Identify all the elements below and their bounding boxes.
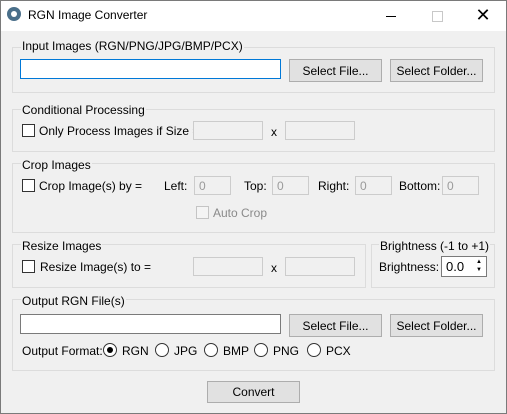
format-radio-rgn[interactable] <box>103 343 117 357</box>
format-radio-pcx[interactable] <box>307 343 321 357</box>
resize-x-label: x <box>271 261 277 275</box>
format-radio-bmp[interactable] <box>204 343 218 357</box>
conditional-width-field[interactable] <box>193 121 263 140</box>
resize-height-field[interactable] <box>285 257 355 276</box>
input-select-file-button[interactable]: Select File... <box>289 59 382 82</box>
crop-images-legend: Crop Images <box>21 158 92 172</box>
crop-top-label: Top: <box>244 179 267 193</box>
conditional-height-field[interactable] <box>285 121 355 140</box>
main-window: RGN Image Converter ✕ Input Images (RGN/… <box>0 0 507 414</box>
format-label-pcx: PCX <box>326 344 351 358</box>
brightness-legend: Brightness (-1 to +1) <box>379 239 491 253</box>
minimize-icon <box>386 15 396 17</box>
output-path-field[interactable] <box>20 314 281 334</box>
format-label-rgn: RGN <box>122 344 149 358</box>
crop-right-field[interactable]: 0 <box>355 176 392 195</box>
output-format-label: Output Format: <box>22 344 103 358</box>
auto-crop-checkbox[interactable] <box>196 206 209 219</box>
app-gear-icon <box>7 7 21 21</box>
resize-width-field[interactable] <box>193 257 263 276</box>
crop-left-field[interactable]: 0 <box>194 176 231 195</box>
resize-images-checkbox[interactable] <box>22 260 35 273</box>
format-label-bmp: BMP <box>223 344 250 358</box>
maximize-icon <box>431 10 443 22</box>
brightness-spin-buttons: ▲ ▼ <box>473 258 485 275</box>
maximize-button[interactable] <box>414 1 460 31</box>
only-process-size-checkbox[interactable] <box>22 124 35 137</box>
brightness-label: Brightness: <box>379 260 440 274</box>
spin-down-icon[interactable]: ▼ <box>473 266 485 274</box>
crop-images-checkbox[interactable] <box>22 179 35 192</box>
crop-top-field[interactable]: 0 <box>272 176 309 195</box>
conditional-x-label: x <box>271 125 277 139</box>
brightness-value: 0.0 <box>446 259 465 274</box>
crop-right-label: Right: <box>318 179 350 193</box>
only-process-size-label: Only Process Images if Size = <box>39 124 200 138</box>
close-icon: ✕ <box>475 5 491 26</box>
crop-images-group <box>12 163 495 233</box>
brightness-spinner[interactable]: 0.0 ▲ ▼ <box>441 256 487 277</box>
input-path-field[interactable] <box>20 59 281 79</box>
input-images-legend: Input Images (RGN/PNG/JPG/BMP/PCX) <box>21 39 244 53</box>
crop-bottom-label: Bottom: <box>399 179 441 193</box>
output-select-folder-button[interactable]: Select Folder... <box>390 314 483 337</box>
format-label-png: PNG <box>273 344 300 358</box>
output-legend: Output RGN File(s) <box>21 294 126 308</box>
format-label-jpg: JPG <box>174 344 198 358</box>
input-select-folder-button[interactable]: Select Folder... <box>390 59 483 82</box>
close-button[interactable]: ✕ <box>460 1 506 31</box>
format-radio-png[interactable] <box>254 343 268 357</box>
minimize-button[interactable] <box>368 1 414 31</box>
output-select-file-button[interactable]: Select File... <box>289 314 382 337</box>
title-bar: RGN Image Converter ✕ <box>1 1 506 31</box>
convert-button[interactable]: Convert <box>207 381 300 403</box>
auto-crop-label: Auto Crop <box>213 206 268 220</box>
spin-up-icon[interactable]: ▲ <box>473 258 485 266</box>
conditional-processing-legend: Conditional Processing <box>21 103 146 117</box>
window-title: RGN Image Converter <box>28 8 148 22</box>
crop-images-label: Crop Image(s) by = <box>39 179 143 193</box>
resize-images-label: Resize Image(s) to = <box>40 260 152 274</box>
crop-left-label: Left: <box>164 179 188 193</box>
resize-images-legend: Resize Images <box>21 239 103 253</box>
crop-bottom-field[interactable]: 0 <box>442 176 479 195</box>
format-radio-jpg[interactable] <box>155 343 169 357</box>
